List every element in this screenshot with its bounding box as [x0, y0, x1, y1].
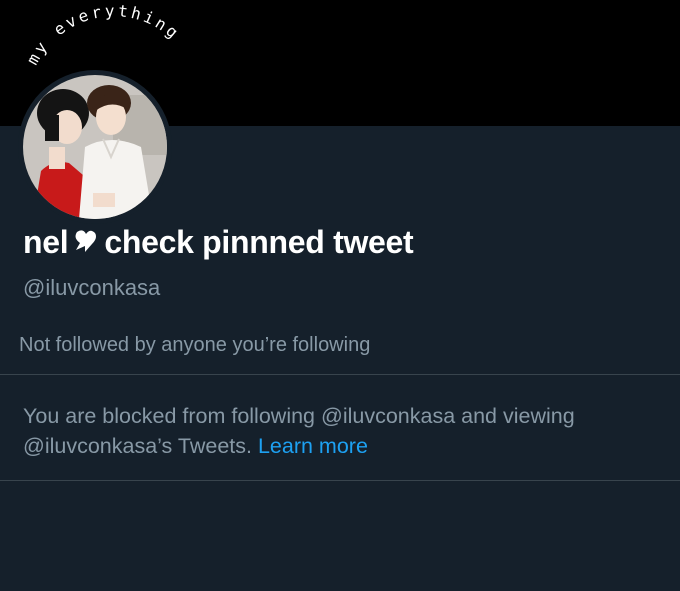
avatar[interactable]: [18, 70, 172, 224]
profile-page: my everything nel check pinnned tweet @i…: [0, 0, 680, 591]
banner-caption: my everything: [23, 1, 184, 68]
divider-top: [0, 374, 680, 375]
divider-bottom: [0, 480, 680, 481]
learn-more-link[interactable]: Learn more: [258, 434, 368, 458]
display-name-prefix: nel: [23, 224, 69, 260]
display-name-suffix: check pinnned tweet: [104, 224, 414, 260]
followed-by-text: Not followed by anyone you’re following: [19, 334, 371, 356]
blocked-notice-line1: You are blocked from following @iluvconk…: [23, 404, 575, 428]
blocked-notice: You are blocked from following @iluvconk…: [23, 401, 663, 461]
blocked-notice-line2: @iluvconkasa’s Tweets.: [23, 434, 252, 458]
avatar-image: [23, 75, 167, 219]
heart-arrow-icon: [72, 227, 98, 264]
profile-handle: @iluvconkasa: [23, 275, 161, 300]
display-name: nel check pinnned tweet: [23, 224, 414, 264]
